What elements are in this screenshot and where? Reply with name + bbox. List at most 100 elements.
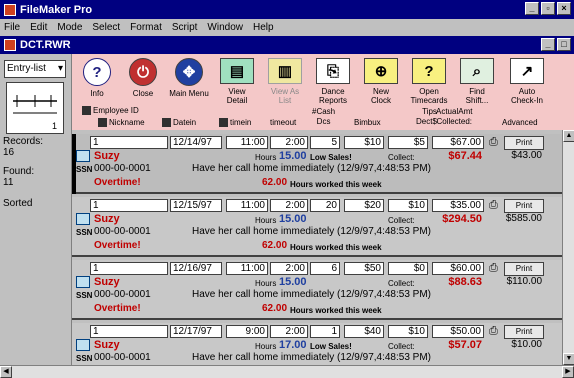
open-timecards-button[interactable]: ? Open Timecards (406, 58, 452, 105)
vertical-scrollbar[interactable]: ▲ ▼ (562, 130, 574, 365)
document-icon (4, 39, 16, 51)
tips-field[interactable]: $0 (388, 262, 428, 275)
main-menu-button[interactable]: ✥ Main Menu (166, 58, 212, 98)
employee-id-field[interactable]: 1 (90, 325, 168, 338)
new-clock-button[interactable]: ⊕ New Clock (358, 58, 404, 105)
menu-window[interactable]: Window (207, 22, 243, 33)
restore-button[interactable]: ▫ (541, 2, 555, 15)
header-employee-id: Employee ID (82, 106, 139, 116)
bimbux-field[interactable]: $10 (344, 136, 384, 149)
close-button[interactable]: ⏻ Close (120, 58, 166, 98)
employee-id-field[interactable]: 1 (90, 262, 168, 275)
cash-dcs-field[interactable]: 1 (310, 325, 340, 338)
cash-dcs-field[interactable]: 6 (310, 262, 340, 275)
menu-script[interactable]: Script (172, 22, 198, 33)
timeout-field[interactable]: 2:00 (270, 325, 308, 338)
print-button[interactable]: Print (504, 262, 544, 276)
advanced-value: $585.00 (505, 213, 542, 224)
records-label: Records: (3, 136, 44, 147)
list-item[interactable]: 1 12/15/97 11:00 2:00 20 $20 $10 $35.00 … (72, 197, 562, 257)
bimbux-field[interactable]: $40 (344, 325, 384, 338)
bimbux-field[interactable]: $50 (344, 262, 384, 275)
ticket-plus-icon: ⊕ (364, 58, 398, 84)
sort-icon[interactable] (219, 118, 228, 128)
list-item[interactable]: 1 12/16/97 11:00 2:00 6 $50 $0 $60.00 ⎙ … (72, 260, 562, 320)
scroll-right-arrow-icon[interactable]: ▶ (562, 366, 574, 378)
scroll-down-arrow-icon[interactable]: ▼ (563, 353, 574, 365)
actual-collected-field[interactable]: $35.00 (432, 199, 484, 212)
datein-field[interactable]: 12/15/97 (170, 199, 222, 212)
menu-help[interactable]: Help (253, 22, 274, 33)
dance-reports-button[interactable]: ⎘ Dance Reports (310, 58, 356, 105)
scroll-up-arrow-icon[interactable]: ▲ (563, 130, 574, 142)
auto-check-in-button[interactable]: ↗ Auto Check-In (504, 58, 550, 105)
doc-minimize-button[interactable]: _ (541, 38, 555, 51)
printer-icon: ⎙ (489, 325, 498, 337)
menu-format[interactable]: Format (130, 22, 162, 33)
timein-field[interactable]: 11:00 (226, 199, 268, 212)
record-book[interactable]: 1 (6, 82, 64, 134)
print-button[interactable]: Print (504, 136, 544, 150)
collect-value: $67.44 (448, 150, 482, 162)
timein-field[interactable]: 11:00 (226, 136, 268, 149)
new-clock-label: New Clock (370, 87, 391, 105)
hours-value: 15.00 (279, 276, 307, 288)
print-button[interactable]: Print (504, 325, 544, 339)
collect-value: $294.50 (442, 213, 482, 225)
info-button[interactable]: ? Info (74, 58, 120, 98)
timein-field[interactable]: 11:00 (226, 262, 268, 275)
tips-field[interactable]: $5 (388, 136, 428, 149)
timeout-field[interactable]: 2:00 (270, 199, 308, 212)
document-title: DCT.RWR (20, 39, 71, 51)
timeout-field[interactable]: 2:00 (270, 136, 308, 149)
minimize-button[interactable]: _ (525, 2, 539, 15)
list-item[interactable]: 1 12/14/97 11:00 2:00 5 $10 $5 $67.00 ⎙ … (72, 134, 562, 194)
cash-dcs-field[interactable]: 20 (310, 199, 340, 212)
actual-collected-field[interactable]: $60.00 (432, 262, 484, 275)
view-detail-label: View Detail (226, 87, 248, 105)
header-tips: Tips Dect$ (416, 107, 437, 126)
actual-collected-field[interactable]: $50.00 (432, 325, 484, 338)
header-cash: #Cash Dcs (312, 107, 336, 126)
ssn-value: 000-00-0001 (94, 289, 151, 300)
employee-id-field[interactable]: 1 (90, 199, 168, 212)
tips-field[interactable]: $10 (388, 325, 428, 338)
datein-field[interactable]: 12/17/97 (170, 325, 222, 338)
sort-icon[interactable] (82, 106, 91, 116)
layout-popup[interactable]: Entry-list ▾ (4, 60, 66, 78)
employee-id-field[interactable]: 1 (90, 136, 168, 149)
view-detail-button[interactable]: ▤ View Detail (214, 58, 260, 105)
id-card-icon (76, 213, 90, 225)
sort-icon[interactable] (98, 118, 107, 128)
datein-field[interactable]: 12/16/97 (170, 262, 222, 275)
ssn-label: SSN (76, 354, 93, 363)
bimbux-field[interactable]: $20 (344, 199, 384, 212)
tips-field[interactable]: $10 (388, 199, 428, 212)
overtime-alert: Overtime! (94, 303, 141, 314)
list-item[interactable]: 1 12/17/97 9:00 2:00 1 $40 $10 $50.00 ⎙ … (72, 323, 562, 365)
ssn-value: 000-00-0001 (94, 163, 151, 174)
timein-field[interactable]: 9:00 (226, 325, 268, 338)
cash-dcs-field[interactable]: 5 (310, 136, 340, 149)
advanced-value: $43.00 (511, 150, 542, 161)
compass-icon: ✥ (175, 58, 203, 86)
find-shift-button[interactable]: ⌕ Find Shift... (454, 58, 500, 105)
advanced-value: $110.00 (506, 276, 542, 287)
printer-icon: ⎙ (489, 136, 498, 148)
close-window-button[interactable]: × (557, 2, 571, 15)
menu-file[interactable]: File (4, 22, 20, 33)
menu-edit[interactable]: Edit (30, 22, 47, 33)
menu-select[interactable]: Select (92, 22, 120, 33)
timeout-field[interactable]: 2:00 (270, 262, 308, 275)
horizontal-scrollbar[interactable]: ◀ ▶ (0, 365, 574, 378)
doc-maximize-button[interactable]: □ (557, 38, 571, 51)
datein-field[interactable]: 12/14/97 (170, 136, 222, 149)
scroll-left-arrow-icon[interactable]: ◀ (0, 366, 12, 378)
actual-collected-field[interactable]: $67.00 (432, 136, 484, 149)
view-as-list-button[interactable]: ▥ View As List (262, 58, 308, 105)
printer-icon: ⎙ (489, 262, 498, 274)
menu-mode[interactable]: Mode (57, 22, 82, 33)
sort-icon[interactable] (162, 118, 171, 128)
note-text: Have her call home immediately (12/9/97,… (192, 289, 432, 300)
print-button[interactable]: Print (504, 199, 544, 213)
